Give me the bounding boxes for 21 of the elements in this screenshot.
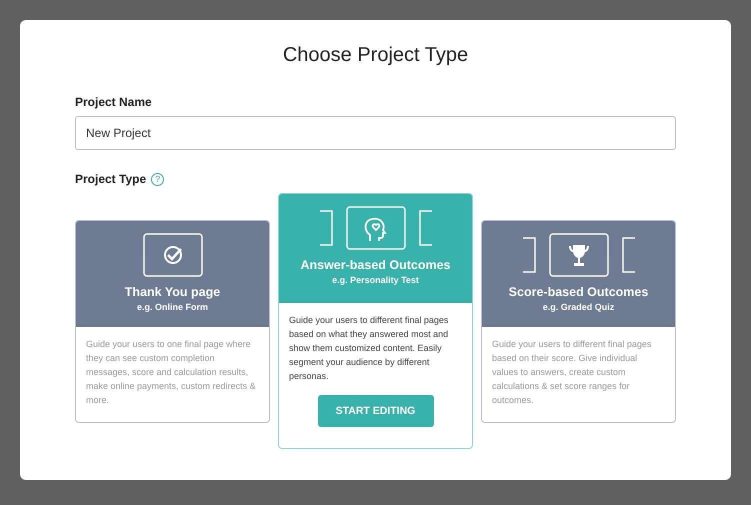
project-name-field[interactable]: New Project bbox=[75, 116, 676, 150]
card-subtitle: e.g. Graded Quiz bbox=[542, 302, 614, 312]
trophy-icon bbox=[522, 232, 636, 276]
start-editing-button[interactable]: START EDITING bbox=[318, 395, 434, 427]
card-title: Score-based Outcomes bbox=[508, 284, 648, 298]
card-description: Guide your users to one final page where they can see custom completion messages, score and calculation results, make online payments, custom redirects & more. bbox=[85, 338, 257, 406]
card-title: Answer-based Outcomes bbox=[300, 258, 451, 272]
card-description: Guide your users to different final pages based on their score. Give individual values to answers, create custom calculations & set score ranges for outcomes. bbox=[491, 338, 652, 406]
project-type-card[interactable] bbox=[278, 193, 473, 449]
checkmark-icon bbox=[142, 232, 202, 276]
help-icon[interactable]: ? bbox=[151, 172, 164, 186]
card-subtitle: e.g. Personality Test bbox=[332, 275, 419, 285]
card-title: Thank You page bbox=[124, 284, 220, 298]
project-type-card[interactable]: Thank You page e.g. Online Form Guide your users to one final page where they can see custom completion messages, score and calculation results, make online payments, custom redirects & more. bbox=[75, 220, 270, 422]
dialog-title: Choose Project Type bbox=[282, 44, 470, 67]
field-label: Project Type bbox=[75, 172, 146, 186]
card-description: Guide your users to different final pages based on what they answered most and show them customized content. Easily segment your audience by different personas. bbox=[288, 314, 450, 383]
project-type-card[interactable]: Score-based Outcomes e.g. Graded Quiz Guide your users to different final pages based on their score. Give individual values to answers, create custom calculations & set score ranges for outcomes. bbox=[481, 220, 676, 422]
head-heart-icon bbox=[318, 206, 432, 250]
field-label: Project Name bbox=[75, 95, 152, 109]
card-subtitle: e.g. Online Form bbox=[136, 302, 208, 312]
